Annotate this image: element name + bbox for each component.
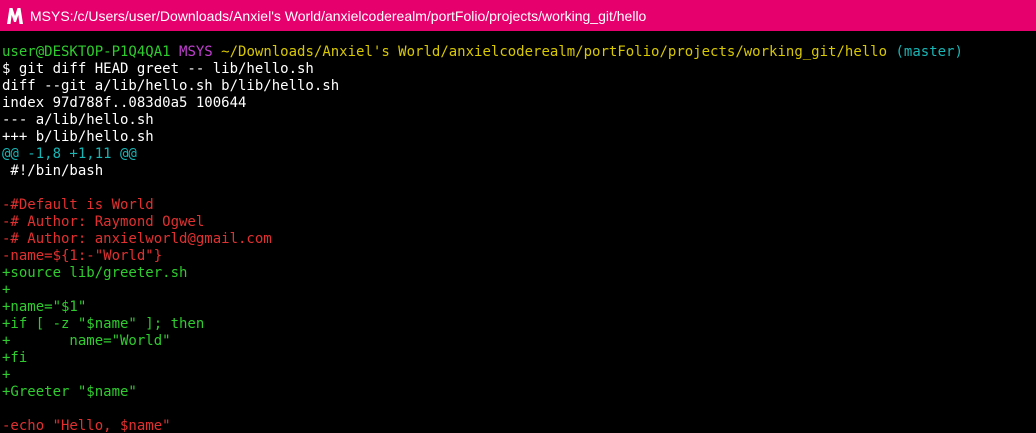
line-text: $ git diff HEAD greet -- lib/hello.sh <box>2 61 314 77</box>
line-text: +name="$1" <box>2 299 87 315</box>
line-text: +if [ -z "$name" ]; then <box>2 316 205 332</box>
terminal-line-added: + <box>2 282 1036 299</box>
line-text: #!/bin/bash <box>2 163 104 179</box>
terminal-line-added: +Greeter "$name" <box>2 384 1036 401</box>
line-text: +source lib/greeter.sh <box>2 265 188 281</box>
msys-m-icon[interactable] <box>5 6 25 26</box>
prompt-segment: (master) <box>895 44 963 60</box>
line-text: -# Author: anxielworld@gmail.com <box>2 231 272 247</box>
prompt-segment: user@DESKTOP-P1Q4QA1 <box>2 44 171 60</box>
terminal-line-added: +if [ -z "$name" ]; then <box>2 316 1036 333</box>
line-text: -echo "Hello, $name" <box>2 418 171 433</box>
terminal-line-removed: -name=${1:-"World"} <box>2 248 1036 265</box>
terminal-line-removed: -#Default is World <box>2 197 1036 214</box>
terminal-output[interactable]: user@DESKTOP-P1Q4QA1 MSYS ~/Downloads/An… <box>0 44 1036 433</box>
terminal-line-header: +++ b/lib/hello.sh <box>2 129 1036 146</box>
prompt-segment: ~/Downloads/Anxiel's World/anxielcoderea… <box>221 44 888 60</box>
terminal-line-context: #!/bin/bash <box>2 163 1036 180</box>
terminal-line-added: + <box>2 367 1036 384</box>
terminal-line-header: --- a/lib/hello.sh <box>2 112 1036 129</box>
line-text: +++ b/lib/hello.sh <box>2 129 154 145</box>
line-text: -#Default is World <box>2 197 154 213</box>
title-bar[interactable]: MSYS:/c/Users/user/Downloads/Anxiel's Wo… <box>0 0 1036 31</box>
terminal-line-added: +fi <box>2 350 1036 367</box>
line-text: + <box>2 367 11 383</box>
terminal-line-added: +source lib/greeter.sh <box>2 265 1036 282</box>
prompt-segment <box>213 44 221 60</box>
terminal-line-added: + name="World" <box>2 333 1036 350</box>
line-text: index 97d788f..083d0a5 100644 <box>2 95 247 111</box>
terminal-line-prompt: user@DESKTOP-P1Q4QA1 MSYS ~/Downloads/An… <box>2 44 1036 61</box>
terminal-line-header: diff --git a/lib/hello.sh b/lib/hello.sh <box>2 78 1036 95</box>
terminal-line-context <box>2 401 1036 418</box>
line-text: +fi <box>2 350 28 366</box>
terminal-line-hunk: @@ -1,8 +1,11 @@ <box>2 146 1036 163</box>
line-text: + <box>2 282 11 298</box>
terminal-line-header: index 97d788f..083d0a5 100644 <box>2 95 1036 112</box>
terminal-line-removed: -# Author: Raymond Ogwel <box>2 214 1036 231</box>
line-text: -# Author: Raymond Ogwel <box>2 214 205 230</box>
terminal-line-removed: -# Author: anxielworld@gmail.com <box>2 231 1036 248</box>
terminal-line-context <box>2 180 1036 197</box>
prompt-segment: MSYS <box>179 44 213 60</box>
line-text: +Greeter "$name" <box>2 384 137 400</box>
terminal-line-removed: -echo "Hello, $name" <box>2 418 1036 433</box>
line-text: --- a/lib/hello.sh <box>2 112 154 128</box>
line-text: + name="World" <box>2 333 171 349</box>
terminal-line-added: +name="$1" <box>2 299 1036 316</box>
window-title: MSYS:/c/Users/user/Downloads/Anxiel's Wo… <box>30 7 647 24</box>
line-text: @@ -1,8 +1,11 @@ <box>2 146 137 162</box>
terminal-line-command: $ git diff HEAD greet -- lib/hello.sh <box>2 61 1036 78</box>
line-text: -name=${1:-"World"} <box>2 248 163 264</box>
line-text: diff --git a/lib/hello.sh b/lib/hello.sh <box>2 78 340 94</box>
prompt-segment <box>171 44 179 60</box>
terminal-window: MSYS:/c/Users/user/Downloads/Anxiel's Wo… <box>0 0 1036 433</box>
